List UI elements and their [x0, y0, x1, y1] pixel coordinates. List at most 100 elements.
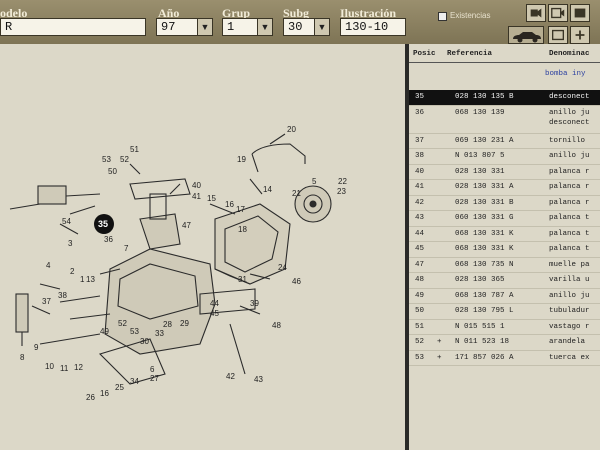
- subg-field[interactable]: 30: [283, 18, 315, 36]
- table-row[interactable]: 43 060 130 331 G palanca t: [409, 211, 600, 227]
- col-denominacion[interactable]: Denominac: [549, 50, 590, 58]
- callout-number[interactable]: 17: [236, 205, 245, 214]
- callout-number[interactable]: 25: [115, 383, 124, 392]
- callout-number[interactable]: 14: [263, 185, 272, 194]
- callout-number[interactable]: 22: [338, 177, 347, 186]
- col-posic[interactable]: Posic: [413, 50, 436, 58]
- callout-number[interactable]: 34: [130, 377, 139, 386]
- row-reference: 028 130 331: [455, 167, 505, 176]
- callout-number[interactable]: 1: [80, 275, 85, 284]
- table-row[interactable]: 53 +171 857 026 A tuerca ex: [409, 351, 600, 366]
- callout-number[interactable]: 45: [210, 309, 219, 318]
- callout-number[interactable]: 5: [312, 177, 317, 186]
- toolbar-icon[interactable]: [548, 4, 568, 22]
- callout-number[interactable]: 21: [292, 189, 301, 198]
- callout-number[interactable]: 33: [155, 329, 164, 338]
- callout-number[interactable]: 48: [272, 321, 281, 330]
- row-reference: 068 130 139: [455, 108, 505, 117]
- callout-number[interactable]: 16: [225, 200, 234, 209]
- table-row[interactable]: 38 N 013 807 5 anillo ju: [409, 149, 600, 165]
- callout-number[interactable]: 39: [250, 299, 259, 308]
- car-icon[interactable]: [508, 26, 544, 44]
- toolbar-icon[interactable]: [548, 26, 568, 44]
- callout-number[interactable]: 29: [180, 319, 189, 328]
- anio-field[interactable]: 97: [156, 18, 198, 36]
- callout-number[interactable]: 28: [163, 320, 172, 329]
- table-row[interactable]: 47 068 130 735 N muelle pa: [409, 258, 600, 273]
- callout-number[interactable]: 2: [70, 267, 75, 276]
- toolbar-icon[interactable]: [570, 26, 590, 44]
- callout-number[interactable]: 26: [86, 393, 95, 402]
- callout-number[interactable]: 8: [20, 353, 25, 362]
- callout-number[interactable]: 11: [60, 364, 69, 373]
- grup-dropdown-arrow-icon[interactable]: ▼: [257, 18, 273, 36]
- table-row[interactable]: 49 068 130 787 A anillo ju: [409, 289, 600, 304]
- callout-number[interactable]: 24: [278, 263, 287, 272]
- row-reference: 068 130 331 K: [455, 229, 514, 238]
- callout-number[interactable]: 42: [226, 372, 235, 381]
- table-row[interactable]: 40 028 130 331 palanca r: [409, 165, 600, 180]
- ilustracion-field[interactable]: 130-10: [340, 18, 406, 36]
- callout-number[interactable]: 27: [150, 374, 159, 383]
- table-row[interactable]: 36 068 130 139 anillo ju desconect: [409, 106, 600, 134]
- toolbar-icon[interactable]: [526, 4, 546, 22]
- callout-number[interactable]: 10: [45, 362, 54, 371]
- callout-number[interactable]: 49: [100, 327, 109, 336]
- existencias-checkbox-icon[interactable]: [438, 12, 447, 21]
- table-row[interactable]: 51 N 015 515 1 vastago r: [409, 320, 600, 335]
- callout-number[interactable]: 18: [238, 225, 247, 234]
- callout-number[interactable]: 50: [108, 167, 117, 176]
- callout-number[interactable]: 37: [42, 297, 51, 306]
- callout-number[interactable]: 13: [86, 275, 95, 284]
- modelo-field[interactable]: R: [0, 18, 146, 36]
- callout-number[interactable]: 23: [337, 187, 346, 196]
- row-position: 49: [415, 291, 425, 300]
- callout-number[interactable]: 54: [62, 217, 71, 226]
- toolbar-icon[interactable]: [570, 4, 590, 22]
- callout-number[interactable]: 6: [150, 365, 155, 374]
- table-row[interactable]: 41 028 130 331 A palanca r: [409, 180, 600, 196]
- exploded-parts-diagram[interactable]: 35 53 52 51 50 41 40 54 1 2 3 4 7 13 36 47 14 15 16 17 18 19…: [0, 44, 406, 450]
- table-row[interactable]: 52 + N 011 523 18 arandela: [409, 335, 600, 351]
- callout-number[interactable]: 53: [130, 327, 139, 336]
- callout-number[interactable]: 36: [104, 235, 113, 244]
- callout-number[interactable]: 16: [100, 389, 109, 398]
- callout-number[interactable]: 47: [182, 221, 191, 230]
- callout-number[interactable]: 9: [34, 343, 39, 352]
- row-description: tornillo: [549, 136, 586, 145]
- anio-dropdown-arrow-icon[interactable]: ▼: [197, 18, 213, 36]
- row-reference: N 015 515 1: [455, 322, 505, 331]
- callout-number[interactable]: 4: [46, 261, 51, 270]
- col-referencia[interactable]: Referencia: [447, 50, 492, 58]
- callout-number[interactable]: 20: [287, 125, 296, 134]
- callout-number[interactable]: 41: [192, 192, 201, 201]
- table-row[interactable]: 48 028 130 365 varilla u: [409, 273, 600, 289]
- callout-number[interactable]: 3: [68, 239, 73, 248]
- callout-number[interactable]: 15: [207, 194, 216, 203]
- table-row[interactable]: 44 068 130 331 K palanca t: [409, 227, 600, 242]
- subg-dropdown-arrow-icon[interactable]: ▼: [314, 18, 330, 36]
- callout-number[interactable]: 19: [237, 155, 246, 164]
- table-row[interactable]: 37 069 130 231 A tornillo: [409, 134, 600, 149]
- callout-number[interactable]: 52: [120, 155, 129, 164]
- callout-number[interactable]: 7: [124, 244, 129, 253]
- callout-number[interactable]: 52: [118, 319, 127, 328]
- table-row[interactable]: 42 028 130 331 B palanca r: [409, 196, 600, 211]
- table-row[interactable]: 50 028 130 795 L tubuladur: [409, 304, 600, 320]
- row-position: 37: [415, 136, 425, 145]
- table-row[interactable]: 35 028 130 135 B desconect: [409, 90, 600, 106]
- grup-field[interactable]: 1: [222, 18, 258, 36]
- callout-number[interactable]: 53: [102, 155, 111, 164]
- callout-number[interactable]: 40: [192, 181, 201, 190]
- callout-number[interactable]: 51: [130, 145, 139, 154]
- callout-number[interactable]: 43: [254, 375, 263, 384]
- callout-number[interactable]: 30: [140, 337, 149, 346]
- callout-number[interactable]: 12: [74, 363, 83, 372]
- callout-number[interactable]: 44: [210, 299, 219, 308]
- callout-number[interactable]: 46: [292, 277, 301, 286]
- row-description: tuerca ex: [549, 353, 590, 362]
- table-row[interactable]: 45 068 130 331 K palanca t: [409, 242, 600, 258]
- callout-number[interactable]: 31: [238, 275, 247, 284]
- existencias-label: Existencias: [450, 11, 491, 20]
- callout-number[interactable]: 38: [58, 291, 67, 300]
